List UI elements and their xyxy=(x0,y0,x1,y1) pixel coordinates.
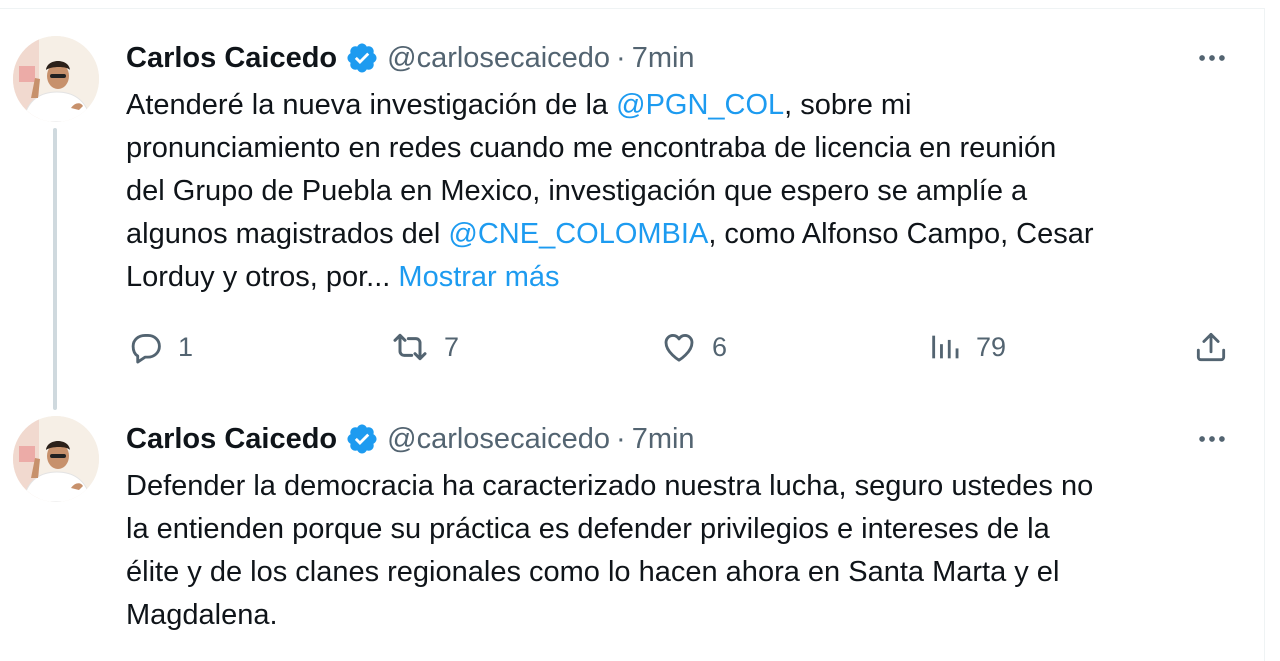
retweet-arrows-icon xyxy=(393,333,427,361)
avatar[interactable] xyxy=(13,36,99,122)
tweet-header: Carlos Caicedo @carlosecaicedo · 7min xyxy=(126,38,695,78)
text-segment: , sobre mi xyxy=(784,89,912,121)
separator-dot: · xyxy=(616,422,626,455)
speech-bubble-icon xyxy=(131,334,161,364)
retweet-button[interactable]: 7 xyxy=(390,325,459,369)
show-more-link[interactable]: Mostrar más xyxy=(398,261,559,293)
mention-link[interactable]: @PGN_COL xyxy=(616,89,784,121)
tweet-actions: 1 7 6 79 xyxy=(0,325,1264,369)
text-line: Lorduy y otros, por... Mostrar más xyxy=(126,256,1226,299)
author-handle[interactable]: @carlosecaicedo xyxy=(387,42,610,75)
tweet-text: Atenderé la nueva investigación de la @P… xyxy=(126,84,1226,299)
avatar[interactable] xyxy=(13,416,99,502)
text-line: élite y de los clanes regionales como lo… xyxy=(126,551,1226,594)
timeline-view: Carlos Caicedo @carlosecaicedo · 7min At… xyxy=(0,0,1280,661)
timestamp[interactable]: 7min xyxy=(632,423,695,456)
divider xyxy=(1264,8,1265,661)
text-segment: Lorduy y otros, por... xyxy=(126,261,399,293)
heart-icon xyxy=(664,334,694,362)
tweet[interactable]: Carlos Caicedo @carlosecaicedo · 7min At… xyxy=(0,0,1264,400)
share-button[interactable] xyxy=(1192,325,1230,369)
more-options-button[interactable] xyxy=(1192,38,1232,78)
text-segment: , como Alfonso Campo, Cesar xyxy=(708,218,1094,250)
like-button[interactable]: 6 xyxy=(660,325,727,369)
text-segment: pronunciamiento en redes cuando me encon… xyxy=(126,132,1057,164)
text-segment: algunos magistrados del xyxy=(126,218,449,250)
text-line: del Grupo de Puebla en Mexico, investiga… xyxy=(126,170,1226,213)
author-name[interactable]: Carlos Caicedo xyxy=(126,423,337,456)
text-line: Magdalena. xyxy=(126,594,1226,637)
views-button[interactable]: 79 xyxy=(928,325,1006,369)
three-dots-icon xyxy=(1199,55,1225,61)
tweet[interactable]: Carlos Caicedo @carlosecaicedo · 7min De… xyxy=(0,400,1264,661)
reply-button[interactable]: 1 xyxy=(126,325,193,369)
text-line: algunos magistrados del @CNE_COLOMBIA, c… xyxy=(126,213,1226,256)
verified-badge-icon xyxy=(347,43,377,73)
separator-dot: · xyxy=(616,41,626,74)
author-name[interactable]: Carlos Caicedo xyxy=(126,42,337,75)
author-handle[interactable]: @carlosecaicedo xyxy=(387,423,610,456)
upload-share-icon xyxy=(1196,332,1226,362)
reply-count: 1 xyxy=(178,331,194,362)
text-segment: Magdalena. xyxy=(126,599,278,631)
text-segment: Atenderé la nueva investigación de la xyxy=(126,89,617,121)
bar-chart-icon xyxy=(932,335,959,359)
timestamp[interactable]: 7min xyxy=(632,42,695,75)
text-line: pronunciamiento en redes cuando me encon… xyxy=(126,127,1226,170)
like-count: 6 xyxy=(712,331,728,362)
more-options-button[interactable] xyxy=(1192,419,1232,459)
text-line: Defender la democracia ha caracterizado … xyxy=(126,465,1226,508)
text-segment: del Grupo de Puebla en Mexico, investiga… xyxy=(126,175,1028,207)
verified-badge-icon xyxy=(347,424,377,454)
tweet-text: Defender la democracia ha caracterizado … xyxy=(126,465,1226,637)
text-segment: la entienden porque su práctica es defen… xyxy=(126,513,1050,545)
text-line: Atenderé la nueva investigación de la @P… xyxy=(126,84,1226,127)
mention-link[interactable]: @CNE_COLOMBIA xyxy=(448,218,708,250)
tweet-header: Carlos Caicedo @carlosecaicedo · 7min xyxy=(126,419,695,459)
text-segment: Defender la democracia ha caracterizado … xyxy=(126,470,1094,502)
text-line: la entienden porque su práctica es defen… xyxy=(126,508,1226,551)
retweet-count: 7 xyxy=(444,331,460,362)
three-dots-icon xyxy=(1199,436,1225,442)
text-segment: élite y de los clanes regionales como lo… xyxy=(126,556,1060,588)
views-count: 79 xyxy=(976,331,1007,362)
